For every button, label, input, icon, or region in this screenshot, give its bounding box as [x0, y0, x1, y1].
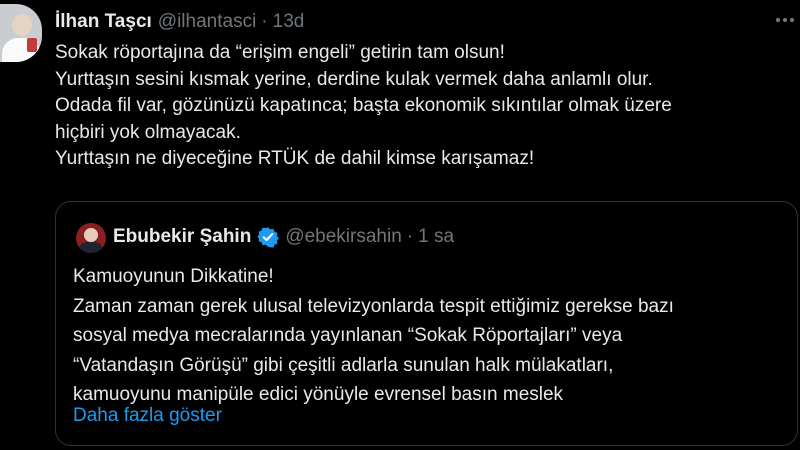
header-separator: · — [261, 11, 268, 32]
verified-badge-icon — [257, 226, 280, 248]
header-separator: · — [406, 226, 414, 247]
verified-badge-graphic — [257, 227, 280, 248]
avatar-face — [12, 14, 32, 36]
author-name[interactable]: İlhan Taşcı — [55, 11, 152, 33]
show-more-link[interactable]: Daha fazla göster — [73, 405, 222, 427]
tweet-line: Sokak röportajına da “erişim engeli” get… — [55, 42, 505, 63]
quoted-tweet-timestamp[interactable]: 1 sa — [418, 226, 454, 248]
avatar-suit — [79, 242, 103, 253]
quoted-tweet-line: sosyal medya mecralarında yayınlanan “So… — [73, 325, 623, 346]
quoted-tweet-text: Kamuoyunun Dikkatine! Zaman zaman gerek … — [73, 262, 788, 410]
author-avatar[interactable] — [0, 4, 42, 62]
avatar-face — [84, 228, 98, 242]
quoted-author-name[interactable]: Ebubekir Şahin — [113, 226, 251, 248]
quoted-tweet-line: “Vatandaşın Görüşü” gibi çeşitli adlarla… — [73, 354, 614, 376]
quoted-tweet-line: Zaman zaman gerek ulusal televizyonlarda… — [73, 295, 674, 317]
quoted-tweet-header: Ebubekir Şahin @ebekirsahin · 1 sa — [113, 225, 454, 249]
tweet-line: hiçbiri yok olmayacak. — [55, 121, 241, 143]
tweet-text: Sokak röportajına da “erişim engeli” get… — [55, 40, 790, 173]
quoted-tweet-card[interactable]: Ebubekir Şahin @ebekirsahin · 1 sa Kamuo… — [55, 201, 798, 446]
tweet-timestamp[interactable]: 13d — [273, 11, 305, 33]
quoted-author-handle[interactable]: @ebekirsahin — [285, 226, 401, 248]
tweet-line: Odada fil var, gözünüzü kapatınca; başta… — [55, 95, 672, 116]
tweet-header: İlhan Taşcı @ilhantasci · 13d — [55, 10, 304, 34]
avatar-badge — [27, 38, 37, 52]
quoted-tweet-line: Kamuoyunun Dikkatine! — [73, 266, 274, 287]
quoted-author-avatar[interactable] — [76, 223, 106, 253]
more-dots-graphic — [775, 17, 795, 23]
author-handle[interactable]: @ilhantasci — [158, 11, 257, 33]
more-horizontal-icon[interactable] — [772, 8, 798, 32]
tweet-line: Yurttaşın ne diyeceğine RTÜK de dahil ki… — [55, 148, 535, 169]
tweet-line: Yurttaşın sesini kısmak yerine, derdine … — [55, 68, 653, 90]
